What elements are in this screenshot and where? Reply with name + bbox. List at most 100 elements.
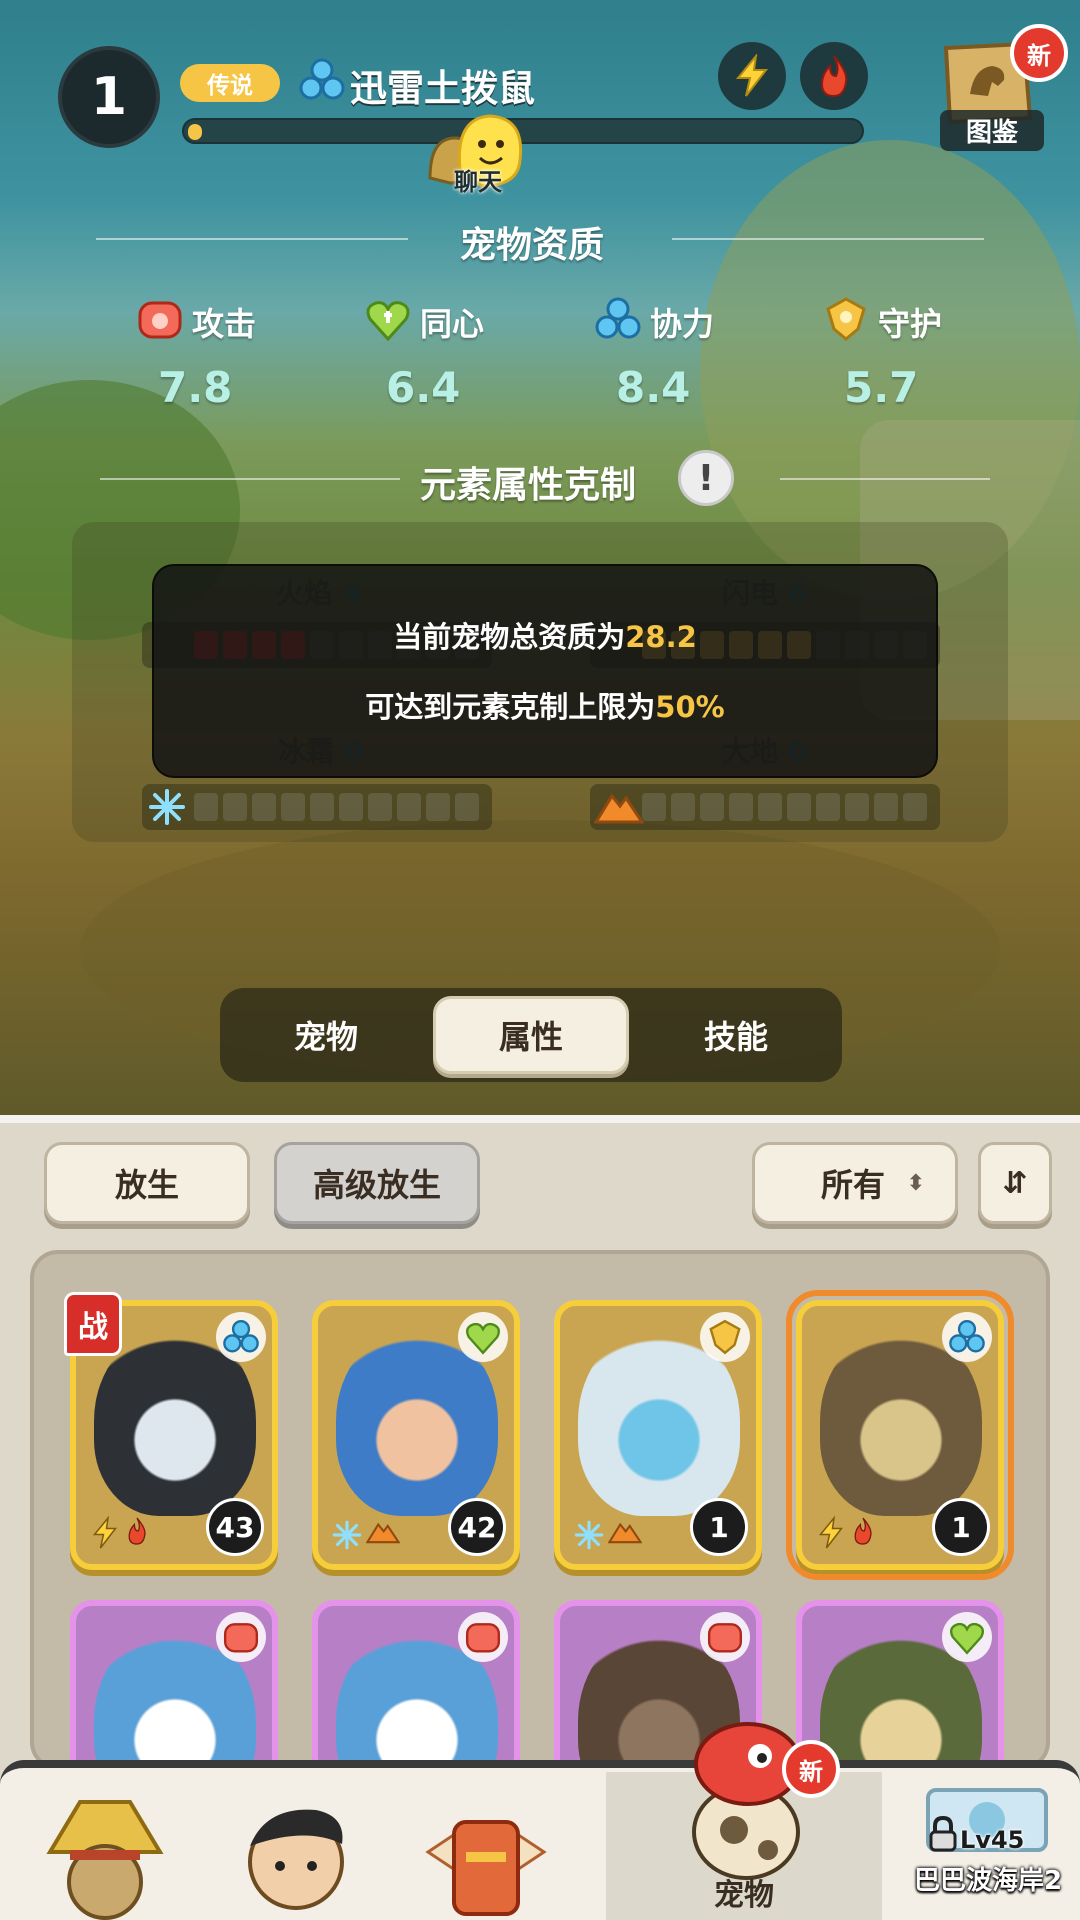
element-segment [281, 793, 305, 821]
pet-level: 1 [690, 1498, 748, 1556]
earth-icon [365, 1520, 401, 1554]
element-segment [252, 793, 276, 821]
fire-icon [820, 55, 848, 98]
stat-value: 6.4 [386, 363, 461, 412]
element-segment [787, 793, 811, 821]
element-segment [310, 793, 334, 821]
attack-icon [216, 1612, 266, 1662]
pet-card[interactable] [312, 1600, 520, 1780]
attack-icon [700, 1612, 750, 1662]
guard-icon [700, 1312, 750, 1362]
trainer-character-icon [248, 1809, 344, 1910]
pet-card[interactable]: 1 [554, 1300, 762, 1570]
tab-attributes[interactable]: 属性 [433, 996, 629, 1074]
frost-element-bar [142, 784, 492, 830]
straw-hat-character-icon [46, 1800, 164, 1920]
lock-icon [929, 1816, 957, 1852]
fire-icon [124, 1516, 150, 1554]
pet-element-icons [574, 1520, 643, 1554]
lightning-element-button[interactable] [718, 42, 786, 110]
map-level-label: Lv45 [960, 1826, 1025, 1854]
codex-label: 图鉴 [940, 110, 1044, 151]
element-segment [700, 793, 724, 821]
sort-icon: ⇵ [1002, 1165, 1028, 1201]
element-segment [874, 793, 898, 821]
stat-label: 守护 [878, 305, 943, 343]
tooltip-restraint-limit: 可达到元素克制上限为50% [365, 690, 725, 724]
elements-divider-left [100, 478, 400, 480]
pet-card[interactable]: 1 [786, 1290, 1014, 1580]
pet-card[interactable] [70, 1600, 278, 1780]
pet-card[interactable]: 42 [312, 1300, 520, 1570]
fire-icon [850, 1516, 876, 1554]
pet-level: 43 [206, 1498, 264, 1556]
lightning-icon [816, 1515, 846, 1554]
earth-icon [594, 793, 644, 824]
totem-character-icon [425, 1820, 547, 1916]
sort-button[interactable]: ⇵ [978, 1142, 1052, 1224]
stat-label: 协力 [650, 305, 715, 343]
earth-element-bar [590, 784, 940, 830]
pet-level-badge: 1 [58, 46, 160, 148]
chat-label: 聊天 [454, 168, 502, 196]
nav-label-pets: 宠物 [714, 1878, 774, 1913]
element-segment [339, 793, 363, 821]
element-segment [223, 793, 247, 821]
element-segment [455, 793, 479, 821]
element-segment [845, 793, 869, 821]
element-segment [642, 793, 666, 821]
stat-value: 5.7 [844, 363, 919, 412]
nav-item-straw-hat[interactable] [10, 1772, 190, 1920]
title-divider-left [96, 238, 408, 240]
frost-icon [332, 1520, 362, 1554]
rarity-badge: 传说 [180, 64, 280, 102]
guard-icon [826, 297, 866, 341]
nav-item-trainer[interactable] [200, 1772, 380, 1920]
synergy-icon [595, 297, 641, 339]
pet-level: 1 [932, 1498, 990, 1556]
element-segment [903, 793, 927, 821]
fire-element-button[interactable] [800, 42, 868, 110]
synergy-icon [299, 58, 345, 100]
elements-title: 元素属性克制 [420, 465, 637, 506]
filter-dropdown[interactable]: 所有 ⬍ [752, 1142, 958, 1224]
battle-tag: 战 [64, 1292, 122, 1356]
synergy-icon [216, 1312, 266, 1362]
xp-bar-fill [188, 124, 202, 140]
map-name-label: 巴巴波海岸2 [913, 1866, 1063, 1896]
stat-label: 同心 [420, 305, 485, 343]
release-button[interactable]: 放生 [44, 1142, 250, 1224]
heart-icon [366, 301, 410, 342]
detail-tabs: 宠物 属性 技能 [220, 988, 842, 1082]
info-button[interactable]: ! [678, 450, 734, 506]
attack-icon [138, 301, 182, 339]
heart-icon [942, 1612, 992, 1662]
pet-element-icons [332, 1520, 401, 1554]
pet-element-icons [816, 1515, 876, 1554]
element-segment [671, 793, 695, 821]
pet-level: 42 [448, 1498, 506, 1556]
stat-value: 8.4 [616, 363, 691, 412]
frost-icon [149, 789, 185, 825]
lightning-icon [735, 54, 769, 97]
heart-icon [458, 1312, 508, 1362]
pet-name: 迅雷土拨鼠 [350, 67, 535, 110]
tab-pet[interactable]: 宠物 [228, 996, 424, 1074]
lightning-icon [90, 1515, 120, 1554]
earth-icon [607, 1520, 643, 1554]
element-segment [426, 793, 450, 821]
frost-icon [574, 1520, 604, 1554]
attack-icon [458, 1612, 508, 1662]
stat-label: 攻击 [192, 305, 257, 343]
nav-item-pets[interactable]: 宠物 [606, 1722, 882, 1920]
stat-value: 7.8 [158, 363, 233, 412]
element-segment [816, 793, 840, 821]
tab-skills[interactable]: 技能 [638, 996, 834, 1074]
element-segment [397, 793, 421, 821]
aptitude-title: 宠物资质 [460, 225, 605, 266]
filter-value: 所有 [821, 1166, 886, 1204]
nav-item-totem[interactable] [390, 1772, 570, 1920]
element-segment [368, 793, 392, 821]
advanced-release-button[interactable]: 高级放生 [274, 1142, 480, 1224]
title-divider-right [672, 238, 984, 240]
